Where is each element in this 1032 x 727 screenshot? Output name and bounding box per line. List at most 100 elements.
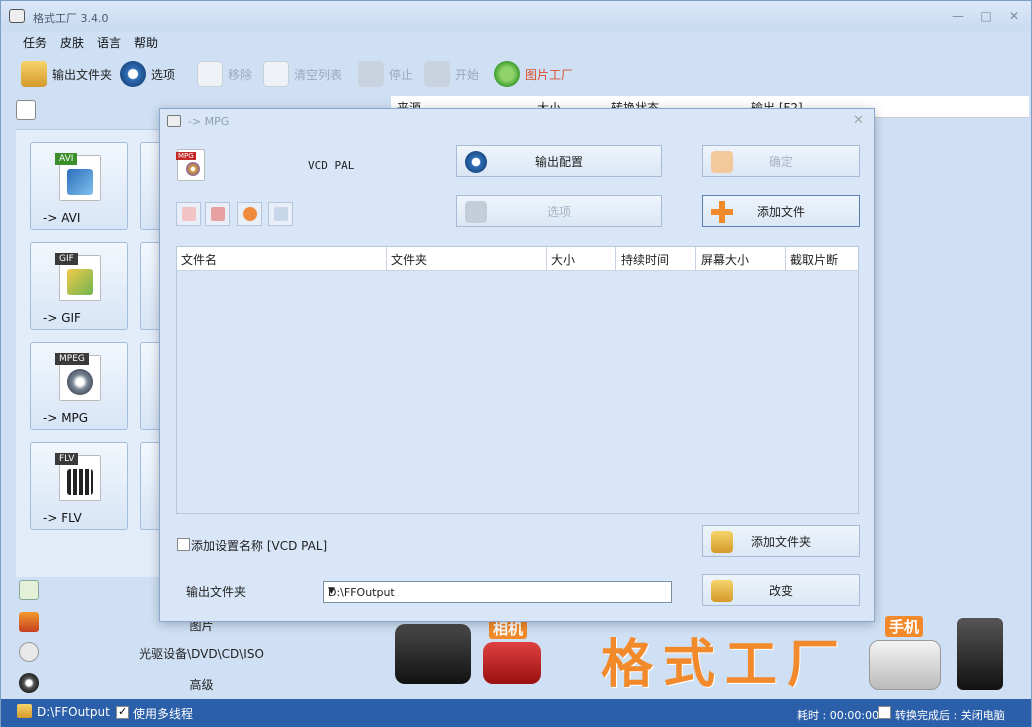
- ok-button[interactable]: 确定: [702, 145, 860, 177]
- gear-icon: [465, 151, 487, 173]
- folder-add-icon: [711, 531, 733, 553]
- multithread-checkbox[interactable]: [116, 705, 129, 719]
- format-avi[interactable]: AVI -> AVI: [30, 142, 128, 230]
- menu-task[interactable]: 任务: [23, 34, 47, 51]
- col-filesize[interactable]: 大小: [551, 251, 575, 275]
- clear-list-icon: [263, 61, 289, 87]
- play-button[interactable]: [237, 202, 262, 226]
- mpeg-tag: MPEG: [55, 353, 89, 365]
- add-folder-button[interactable]: 添加文件夹: [702, 525, 860, 557]
- output-config-label: 输出配置: [534, 154, 583, 169]
- format-gif[interactable]: GIF -> GIF: [30, 242, 128, 330]
- options-dialog-label: 选项: [546, 204, 571, 219]
- banner-title: 格式工厂: [601, 635, 850, 695]
- clear-files-button[interactable]: [205, 202, 230, 226]
- col-folder[interactable]: 文件夹: [391, 251, 427, 275]
- info-button[interactable]: [268, 202, 293, 226]
- category-advanced-label: 高级: [189, 678, 214, 692]
- category-disc-label: 光驱设备\DVD\CD\ISO: [139, 647, 264, 661]
- col-filename[interactable]: 文件名: [181, 251, 217, 275]
- category-advanced[interactable]: 高级: [14, 669, 389, 697]
- dialog-title: -> MPG: [188, 115, 230, 128]
- remove-button[interactable]: 移除: [197, 58, 252, 90]
- status-output-path[interactable]: D:\FFOutput: [37, 705, 110, 719]
- add-setting-name-checkbox[interactable]: [177, 538, 190, 551]
- remove-file-button[interactable]: [176, 202, 201, 226]
- preset-name: VCD PAL: [308, 159, 355, 172]
- dropdown-arrow-icon: ▼: [328, 586, 335, 596]
- change-label: 改变: [768, 583, 793, 598]
- music-note-icon: [19, 580, 39, 600]
- mpg-dialog: -> MPG ✕ MPG VCD PAL 输出配置 确定 选项 添加文件 文件名…: [159, 108, 875, 622]
- category-disc[interactable]: 光驱设备\DVD\CD\ISO: [14, 638, 389, 666]
- format-mpg[interactable]: MPEG -> MPG: [30, 342, 128, 430]
- play-icon: [243, 207, 257, 221]
- title-bar: 格式工厂 3.4.0 — □ ✕: [1, 1, 1031, 31]
- clear-list-label: 清空列表: [294, 67, 343, 82]
- options-button[interactable]: 选项: [120, 58, 175, 90]
- add-file-button[interactable]: 添加文件: [702, 195, 860, 227]
- options-dialog-button[interactable]: 选项: [456, 195, 662, 227]
- menu-skin[interactable]: 皮肤: [60, 34, 84, 51]
- app-icon: [9, 9, 25, 23]
- film-icon: [67, 169, 93, 195]
- clear-files-icon: [211, 207, 225, 221]
- mpg-file-icon: MPG: [176, 149, 205, 181]
- remove-file-icon: [182, 207, 196, 221]
- output-folder-label: 输出文件夹: [52, 67, 113, 82]
- col-screen-size[interactable]: 屏幕大小: [701, 251, 749, 275]
- add-file-label: 添加文件: [756, 204, 805, 219]
- info-icon: [274, 207, 288, 221]
- dialog-app-icon: [167, 115, 181, 127]
- status-bar: D:\FFOutput 使用多线程 耗时 : 00:00:00 转换完成后 : …: [1, 699, 1031, 727]
- after-done-checkbox[interactable]: [878, 706, 891, 719]
- toolbar: 输出文件夹 选项 移除 清空列表 停止 开始 图片工厂: [1, 54, 1031, 94]
- phone-image-2: [957, 618, 1003, 690]
- clear-list-button[interactable]: 清空列表: [263, 58, 342, 90]
- menu-bar: 任务 皮肤 语言 帮助: [1, 31, 1031, 53]
- dialog-close-icon[interactable]: ✕: [853, 113, 864, 128]
- after-done-label: 转换完成后 : 关闭电脑: [895, 709, 1005, 722]
- camcorder-image: [395, 624, 471, 684]
- picture-factory-button[interactable]: 图片工厂: [494, 58, 573, 90]
- output-folder-button[interactable]: 输出文件夹: [21, 58, 112, 90]
- clapper-icon: [67, 469, 93, 495]
- file-table-header: 文件名 文件夹 大小 持续时间 屏幕大小 截取片断: [177, 247, 858, 271]
- video-category-icon[interactable]: [16, 100, 36, 120]
- change-button[interactable]: 改变: [702, 574, 860, 606]
- picture-factory-icon: [494, 61, 520, 87]
- folder-icon[interactable]: [17, 704, 32, 718]
- close-button[interactable]: ✕: [1007, 9, 1021, 23]
- disk-scissors-icon: [465, 201, 487, 223]
- ok-label: 确定: [768, 154, 793, 169]
- format-flv-label: -> FLV: [43, 511, 82, 525]
- format-flv[interactable]: FLV -> FLV: [30, 442, 128, 530]
- folder-camera-icon: [21, 61, 47, 87]
- dialog-title-bar: -> MPG ✕: [160, 109, 874, 133]
- add-setting-name-label: 添加设置名称 [VCD PAL]: [191, 539, 328, 553]
- film-reel-icon: [67, 369, 93, 395]
- folder-camera-icon: [711, 580, 733, 602]
- output-folder-select[interactable]: D:\FFOutput ▼: [323, 581, 672, 603]
- col-clip[interactable]: 截取片断: [790, 251, 838, 275]
- menu-language[interactable]: 语言: [97, 34, 121, 51]
- minimize-button[interactable]: —: [951, 9, 965, 23]
- banner-phone-label: 手机: [885, 616, 924, 637]
- flv-tag: FLV: [55, 453, 79, 465]
- stop-button[interactable]: 停止: [358, 58, 413, 90]
- file-table: 文件名 文件夹 大小 持续时间 屏幕大小 截取片断: [176, 246, 859, 514]
- start-button[interactable]: 开始: [424, 58, 479, 90]
- ad-banner[interactable]: 相机 格式工厂 手机: [391, 614, 1031, 699]
- remove-icon: [197, 61, 223, 87]
- menu-help[interactable]: 帮助: [134, 34, 158, 51]
- stop-icon: [358, 61, 384, 87]
- image-icon: [67, 269, 93, 295]
- window-title: 格式工厂 3.4.0: [33, 12, 109, 25]
- maximize-button[interactable]: □: [979, 9, 993, 23]
- start-label: 开始: [455, 67, 480, 82]
- format-mpg-label: -> MPG: [43, 411, 89, 425]
- col-duration[interactable]: 持续时间: [621, 251, 669, 275]
- elapsed-time: 耗时 : 00:00:00: [797, 709, 880, 722]
- gear-icon: [120, 61, 146, 87]
- output-config-button[interactable]: 输出配置: [456, 145, 662, 177]
